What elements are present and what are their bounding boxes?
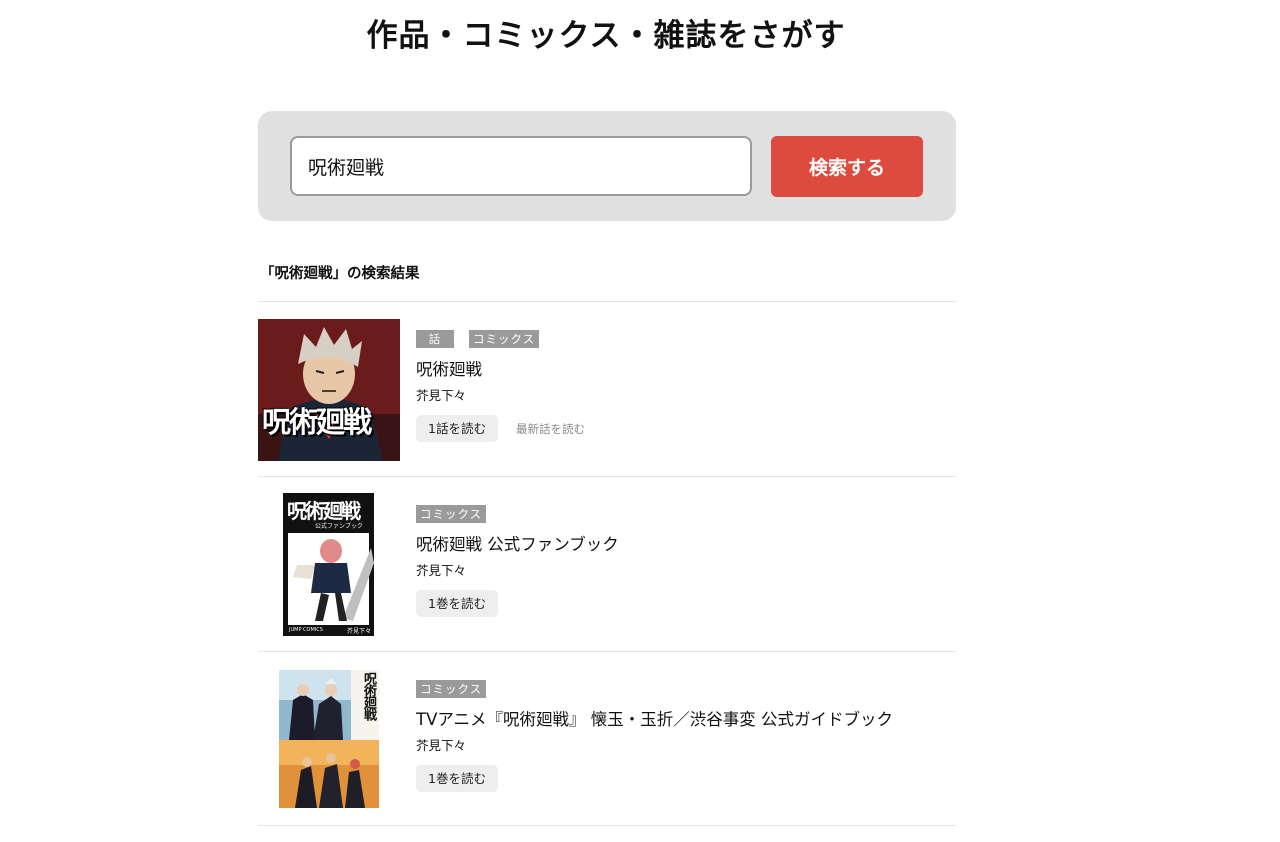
- result-title[interactable]: 呪術廻戦: [416, 359, 585, 381]
- read-first-episode-button[interactable]: 1話を読む: [416, 415, 498, 442]
- results-heading: 「呪術廻戦」の検索結果: [260, 266, 420, 282]
- cover-image[interactable]: 呪術廻戦: [258, 319, 400, 461]
- cover-author: 芥見下々: [347, 628, 372, 635]
- tag-comics: コミックス: [469, 330, 540, 348]
- search-input[interactable]: [290, 136, 752, 196]
- tag-episode: 話: [416, 330, 454, 348]
- cover-image[interactable]: 呪術廻戦 公式ファンブック JUMP COMICS 芥見下々: [283, 493, 374, 636]
- result-title[interactable]: 呪術廻戦 公式ファンブック: [416, 534, 619, 556]
- results-list: 呪術廻戦 話 コミックス 呪術廻戦 芥見下々 1話を読む 最新話を読む 呪術廻戦…: [258, 301, 956, 826]
- read-first-volume-button[interactable]: 1巻を読む: [416, 765, 498, 792]
- tag-comics: コミックス: [416, 680, 487, 698]
- result-author[interactable]: 芥見下々: [416, 388, 585, 404]
- result-item[interactable]: 呪術廻戦 公式ファンブック JUMP COMICS 芥見下々 コミックス 呪術廻…: [258, 476, 956, 651]
- read-first-volume-button[interactable]: 1巻を読む: [416, 590, 498, 617]
- result-title[interactable]: TVアニメ『呪術廻戦』 懐玉・玉折／渋谷事変 公式ガイドブック: [416, 709, 893, 731]
- tag-comics: コミックス: [416, 505, 487, 523]
- cover-title: 呪術廻戦: [287, 499, 361, 523]
- result-item[interactable]: 呪術廻戦 話 コミックス 呪術廻戦 芥見下々 1話を読む 最新話を読む: [258, 301, 956, 476]
- page-title: 作品・コミックス・雑誌をさがす: [366, 18, 846, 54]
- read-latest-episode-link[interactable]: 最新話を読む: [516, 421, 585, 437]
- cover-title: 呪術廻戦: [361, 672, 376, 720]
- result-author[interactable]: 芥見下々: [416, 738, 893, 754]
- cover-publisher: JUMP COMICS: [289, 627, 323, 633]
- search-button[interactable]: 検索する: [771, 136, 923, 197]
- cover-image[interactable]: 呪術廻戦: [279, 670, 379, 808]
- result-author[interactable]: 芥見下々: [416, 563, 619, 579]
- result-item[interactable]: 呪術廻戦 コミックス TVアニメ『呪術廻戦』 懐玉・玉折／渋谷事変 公式ガイドブ…: [258, 651, 956, 826]
- cover-title: 呪術廻戦: [262, 405, 372, 439]
- cover-subtitle: 公式ファンブック: [315, 523, 363, 530]
- search-panel: 検索する: [258, 111, 956, 221]
